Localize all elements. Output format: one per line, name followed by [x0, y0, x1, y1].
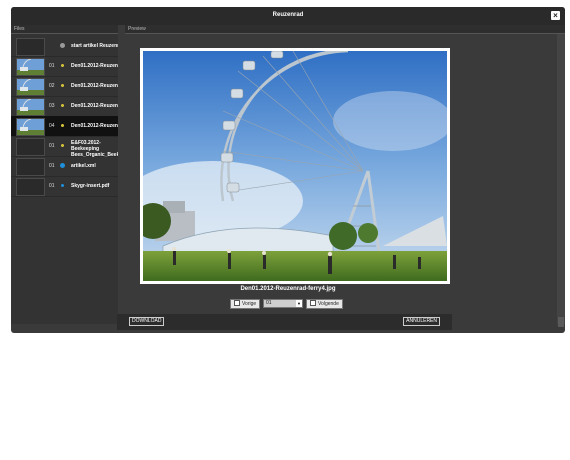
previous-label: Vorige: [242, 301, 257, 307]
page-select[interactable]: 01 ▼: [263, 299, 303, 308]
cancel-button[interactable]: ANNULEREN: [403, 317, 440, 326]
file-list: start artikel Reuzenrad 01 Den01.2012-Reuz…: [11, 34, 118, 324]
scrollbar-thumb[interactable]: [558, 317, 564, 327]
dialog-footer: DOWNLOAD ANNULEREN: [117, 314, 452, 330]
file-index: 02: [49, 83, 55, 89]
files-header-label: Files: [14, 26, 25, 32]
next-checkbox-icon: [310, 300, 316, 306]
file-name: Den01.2012-Reuzenrad: [71, 83, 118, 89]
empty-thumbnail: [16, 178, 45, 196]
file-list-item[interactable]: start artikel Reuzenrad: [11, 36, 118, 57]
file-index: 01: [49, 183, 55, 189]
title-bar: Reuzenrad ×: [11, 7, 565, 25]
file-name: start artikel Reuzenrad: [71, 43, 118, 49]
image-preview: [140, 48, 450, 284]
scrollbar[interactable]: [557, 34, 565, 327]
file-name: Den01.2012-Reuzenrad: [71, 123, 118, 129]
page-select-value: 01: [266, 300, 272, 306]
empty-thumbnail: [16, 158, 45, 176]
file-index: 03: [49, 103, 55, 109]
file-index: 01: [49, 143, 55, 149]
file-thumbnail: [16, 118, 45, 136]
file-thumbnail: [16, 78, 45, 96]
files-column-header: Files: [11, 25, 118, 34]
file-index: 01: [49, 63, 55, 69]
empty-thumbnail: [16, 38, 45, 56]
file-list-item[interactable]: 01 Den01.2012-Reuzenrad: [11, 56, 118, 77]
window-title: Reuzenrad: [272, 12, 304, 18]
dialog-window: Reuzenrad × Files Preview start artikel …: [11, 7, 565, 333]
file-thumbnail: [16, 98, 45, 116]
previous-checkbox-icon: [234, 300, 240, 306]
file-list-item[interactable]: 01 Skygr-insert.pdf: [11, 176, 118, 197]
close-icon[interactable]: ×: [551, 11, 560, 20]
file-index: 04: [49, 123, 55, 129]
preview-image: [143, 51, 447, 281]
status-dot-icon: [61, 64, 64, 67]
file-list-item[interactable]: 01 artikel.xml: [11, 156, 118, 177]
status-dot-icon: [61, 184, 64, 187]
file-name: artikel.xml: [71, 163, 96, 169]
file-list-item[interactable]: 01 E&F03.2012-Beekeeping Bees_Organic_Bee…: [11, 136, 118, 158]
preview-header-label: Preview: [128, 26, 146, 32]
file-name: Skygr-insert.pdf: [71, 183, 110, 189]
file-list-item[interactable]: 02 Den01.2012-Reuzenrad: [11, 76, 118, 97]
next-label: Volgende: [318, 301, 339, 307]
status-dot-icon: [61, 104, 64, 107]
status-dot-icon: [60, 43, 65, 48]
file-list-item[interactable]: 03 Den01.2012-Reuzenrad: [11, 96, 118, 117]
file-thumbnail: [16, 58, 45, 76]
empty-thumbnail: [16, 138, 45, 156]
file-index: 01: [49, 163, 55, 169]
file-name: Den01.2012-Reuzenrad: [71, 103, 118, 109]
status-dot-icon: [61, 124, 64, 127]
chevron-down-icon[interactable]: ▼: [296, 300, 302, 307]
status-dot-icon: [60, 163, 65, 168]
download-button[interactable]: DOWNLOAD: [129, 317, 165, 326]
status-dot-icon: [61, 144, 64, 147]
next-button[interactable]: Volgende: [306, 299, 343, 309]
previous-button[interactable]: Vorige: [230, 299, 261, 309]
file-name: Den01.2012-Reuzenrad: [71, 63, 118, 69]
preview-filename: Den01.2012-Reuzenrad-ferry4.jpg: [240, 286, 336, 292]
status-dot-icon: [61, 84, 64, 87]
file-list-item[interactable]: 04 Den01.2012-Reuzenrad: [11, 116, 118, 137]
preview-column-header: Preview: [125, 25, 565, 34]
